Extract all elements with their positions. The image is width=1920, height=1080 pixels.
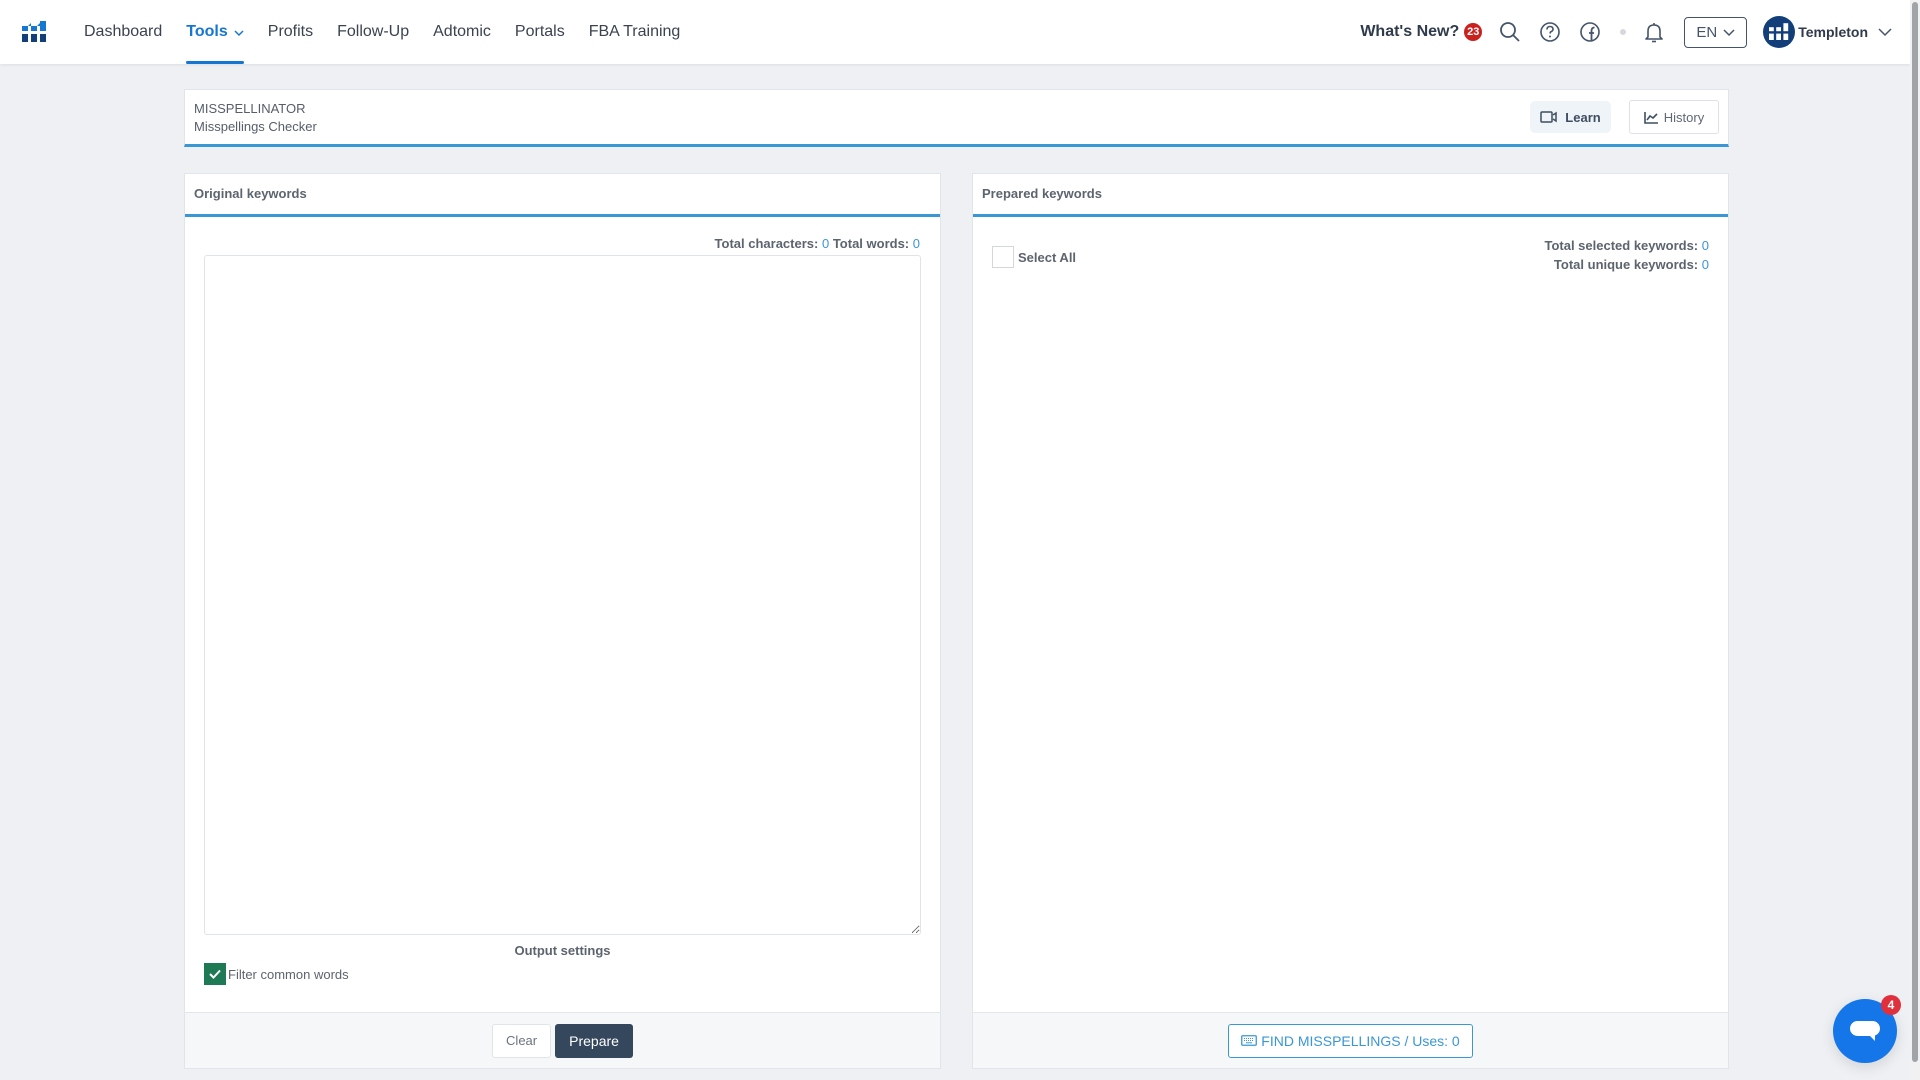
- user-name: Templeton: [1798, 24, 1868, 40]
- nav-item-portals[interactable]: Portals: [515, 0, 565, 64]
- help-icon: [1540, 22, 1561, 42]
- nav-item-fba-training[interactable]: FBA Training: [589, 0, 681, 64]
- avatar: [1763, 16, 1796, 48]
- video-camera-icon: [1540, 111, 1558, 123]
- facebook-button[interactable]: [1578, 20, 1602, 44]
- nav-item-tools[interactable]: Tools: [186, 0, 245, 64]
- checkmark-icon: [209, 969, 221, 979]
- total-unique-value: 0: [1701, 257, 1709, 272]
- notifications-button[interactable]: [1642, 20, 1666, 44]
- language-select[interactable]: EN: [1684, 16, 1748, 48]
- character-word-stats: Total characters: 0 Total words: 0: [715, 236, 920, 251]
- facebook-icon: [1580, 22, 1601, 42]
- nav-item-profits[interactable]: Profits: [268, 0, 313, 64]
- keyboard-icon: [1241, 1035, 1258, 1046]
- total-characters-value: 0: [821, 236, 830, 251]
- status-dot: [1620, 29, 1627, 35]
- nav-item-label: Adtomic: [433, 23, 491, 40]
- select-all-option[interactable]: Select All: [992, 246, 1076, 268]
- app-logo-icon[interactable]: [22, 21, 47, 43]
- chevron-down-icon: [1723, 29, 1735, 37]
- nav-item-follow-up[interactable]: Follow-Up: [337, 0, 409, 64]
- original-keywords-input[interactable]: [204, 255, 921, 935]
- chevron-down-icon: [234, 30, 244, 37]
- nav-item-label: Dashboard: [84, 23, 163, 40]
- nav-item-label: Portals: [514, 23, 565, 40]
- learn-button[interactable]: Learn: [1530, 101, 1611, 133]
- total-unique-label: Total unique keywords:: [1553, 257, 1699, 272]
- language-value: EN: [1696, 23, 1718, 41]
- nav-item-adtomic[interactable]: Adtomic: [433, 0, 491, 64]
- total-selected-label: Total selected keywords:: [1544, 238, 1699, 253]
- select-all-checkbox[interactable]: [992, 246, 1014, 268]
- bell-icon: [1645, 23, 1664, 43]
- chevron-down-icon: [1878, 28, 1892, 37]
- original-keywords-panel: Original keywords Total characters: 0 To…: [184, 173, 941, 1069]
- user-avatar-logo-icon: [1769, 23, 1789, 40]
- filter-common-words-checkbox[interactable]: [204, 963, 226, 985]
- nav-item-label: Tools: [186, 23, 228, 40]
- clear-button[interactable]: Clear: [492, 1023, 552, 1058]
- tool-header: MISSPELLINATOR Misspellings Checker Lear…: [184, 89, 1729, 147]
- prepared-panel-footer: FIND MISSPELLINGS / Uses: 0: [973, 1012, 1728, 1068]
- search-button[interactable]: [1498, 20, 1522, 44]
- history-button[interactable]: History: [1629, 100, 1719, 134]
- tool-subtitle: Misspellings Checker: [194, 119, 317, 134]
- search-icon: [1500, 22, 1520, 42]
- panel-title: Original keywords: [185, 174, 940, 217]
- filter-common-words-option[interactable]: Filter common words: [204, 963, 349, 985]
- filter-common-words-label: Filter common words: [228, 966, 349, 982]
- panel-title: Prepared keywords: [973, 174, 1728, 217]
- output-settings-label: Output settings: [514, 943, 611, 958]
- nav-item-label: Profits: [267, 23, 314, 40]
- whats-new-link[interactable]: What's New? 23: [1360, 23, 1483, 41]
- nav-item-label: FBA Training: [588, 23, 681, 40]
- total-words-label: Total words:: [832, 236, 910, 251]
- select-all-label: Select All: [1018, 249, 1077, 265]
- keyword-stats: Total selected keywords: 0 Total unique …: [1544, 236, 1709, 274]
- chat-unread-badge: 4: [1881, 995, 1901, 1015]
- total-words-value: 0: [912, 236, 920, 251]
- nav-right-group: What's New? 23 EN Templeton: [1360, 0, 1892, 64]
- whats-new-label: What's New?: [1360, 23, 1460, 40]
- main-nav: Dashboard Tools Profits Follow-Up Adtomi…: [72, 0, 692, 64]
- tool-title: MISSPELLINATOR: [194, 101, 306, 116]
- page-scrollbar[interactable]: [1910, 0, 1920, 1080]
- chart-line-icon: [1643, 111, 1658, 124]
- total-characters-label: Total characters:: [714, 236, 819, 251]
- top-navbar: Dashboard Tools Profits Follow-Up Adtomi…: [0, 0, 1910, 64]
- find-misspellings-button[interactable]: FIND MISSPELLINGS / Uses: 0: [1228, 1023, 1473, 1058]
- nav-item-dashboard[interactable]: Dashboard: [84, 0, 162, 64]
- chat-bubble-icon: [1850, 1021, 1880, 1041]
- scrollbar-thumb[interactable]: [1912, 2, 1918, 1062]
- help-button[interactable]: [1538, 20, 1562, 44]
- total-selected-value: 0: [1701, 238, 1709, 253]
- user-menu[interactable]: Templeton: [1763, 16, 1892, 48]
- learn-label: Learn: [1565, 109, 1601, 125]
- prepared-keywords-panel: Prepared keywords Select All Total selec…: [972, 173, 1729, 1069]
- original-panel-footer: Clear Prepare: [185, 1012, 940, 1068]
- find-misspellings-label: FIND MISSPELLINGS / Uses: 0: [1261, 1032, 1460, 1049]
- whats-new-count-badge: 23: [1464, 23, 1483, 41]
- prepare-button[interactable]: Prepare: [555, 1023, 633, 1058]
- nav-item-label: Follow-Up: [337, 23, 410, 40]
- history-label: History: [1663, 109, 1705, 125]
